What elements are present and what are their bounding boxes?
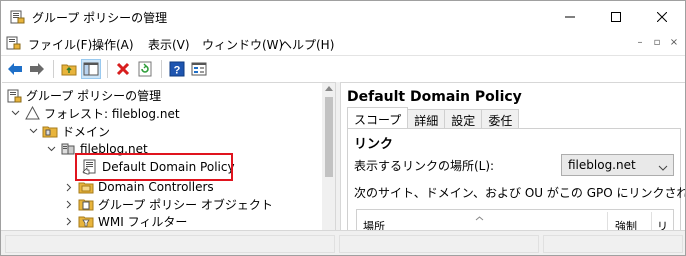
system-menu-icon[interactable] [6, 35, 21, 50]
mdi-restore-icon[interactable]: ▫ [650, 36, 664, 49]
chevron-down-icon[interactable] [10, 108, 20, 118]
up-one-level-button[interactable] [59, 59, 79, 79]
tree-item-domain-controllers[interactable]: Domain Controllers [64, 179, 214, 195]
menu-action[interactable]: 操作(A) [92, 36, 134, 53]
delete-icon [116, 62, 130, 76]
menu-window[interactable]: ウィンドウ(W) [202, 36, 283, 53]
chevron-down-icon [658, 160, 668, 174]
back-arrow-icon [8, 63, 22, 75]
scrollbar-thumb[interactable] [325, 97, 333, 177]
selection-highlight-box [75, 153, 233, 181]
tree-item-label: フォレスト: fileblog.net [44, 106, 180, 121]
gpmc-app-icon [10, 9, 25, 24]
tree-item-label: WMI フィルター [98, 214, 188, 229]
details-pane: Default Domain Policy スコープ 詳細 設定 委任 リンク … [341, 82, 685, 230]
gpo-folder-icon [78, 196, 94, 212]
tab-details[interactable]: 詳細 [407, 109, 446, 128]
refresh-icon [138, 61, 152, 77]
title-bar: グループ ポリシーの管理 [1, 1, 685, 32]
tab-scope[interactable]: スコープ [347, 107, 409, 128]
tree-item-domains[interactable]: ドメイン [28, 123, 110, 139]
mdi-minimize-icon[interactable]: – [633, 36, 647, 49]
chevron-down-icon[interactable] [46, 144, 56, 154]
refresh-button[interactable] [135, 59, 155, 79]
details-title: Default Domain Policy [347, 89, 522, 105]
tab-delegation[interactable]: 委任 [481, 109, 520, 128]
tree-scrollbar[interactable] [322, 83, 335, 230]
scope-tab-panel: リンク 表示するリンクの場所(L): fileblog.net 次のサイト、ドメ… [347, 128, 685, 230]
menu-view[interactable]: 表示(V) [148, 36, 190, 53]
link-location-label: 表示するリンクの場所(L): [354, 159, 495, 173]
mdi-close-icon[interactable]: × [667, 36, 681, 49]
help-button[interactable]: ? [167, 59, 187, 79]
maximize-button[interactable] [593, 1, 639, 32]
toolbar-separator [161, 60, 162, 78]
tree-item-label: グループ ポリシー オブジェクト [98, 197, 273, 212]
linked-locations-info: 次のサイト、ドメイン、および OU がこの GPO にリンクされています(T): [354, 186, 685, 200]
delete-button[interactable] [113, 59, 133, 79]
column-divider[interactable] [607, 212, 608, 230]
domain-server-icon [60, 141, 76, 157]
tree-item-forest[interactable]: フォレスト: fileblog.net [10, 105, 180, 121]
ou-folder-icon [78, 179, 94, 195]
details-tabs: スコープ 詳細 設定 委任 [347, 107, 520, 128]
back-button[interactable] [5, 59, 25, 79]
chevron-right-icon[interactable] [64, 182, 74, 192]
domains-folder-icon [42, 123, 58, 139]
tree-item-label: グループ ポリシーの管理 [26, 88, 162, 103]
status-segment [543, 235, 683, 253]
dropdown-value: fileblog.net [568, 158, 636, 172]
svg-text:?: ? [174, 65, 181, 77]
column-header-link-enabled[interactable]: リ [657, 218, 668, 230]
scroll-up-icon[interactable] [325, 86, 333, 91]
minimize-button[interactable] [547, 1, 593, 32]
links-list-header: 場所 強制 リ [356, 209, 674, 230]
toolbar: ? [1, 55, 685, 81]
tree-item-label: ドメイン [62, 124, 111, 139]
close-icon [657, 11, 667, 22]
tree-item-root[interactable]: グループ ポリシーの管理 [6, 87, 161, 103]
wmi-folder-icon [78, 213, 94, 229]
toolbar-separator [107, 60, 108, 78]
tab-settings[interactable]: 設定 [444, 109, 483, 128]
chevron-down-icon[interactable] [28, 126, 38, 136]
toolbar-separator [53, 60, 54, 78]
maximize-icon [611, 11, 621, 22]
column-header-enforced[interactable]: 強制 [615, 218, 637, 230]
properties-icon [191, 62, 207, 76]
gpmc-window: グループ ポリシーの管理 ファイル(F) 操作(A) 表示(V) ウィンドウ(W… [0, 0, 686, 256]
menu-help[interactable]: ヘルプ(H) [280, 36, 334, 53]
tree-pane[interactable]: グループ ポリシーの管理 フォレスト: fileblog.net ドメイン fi… [2, 82, 335, 230]
forward-button[interactable] [27, 59, 47, 79]
links-section-title: リンク [354, 137, 394, 152]
show-hide-tree-button[interactable] [81, 59, 101, 79]
help-icon: ? [169, 61, 185, 77]
gpmc-root-icon [6, 87, 22, 103]
menu-bar: ファイル(F) 操作(A) 表示(V) ウィンドウ(W) ヘルプ(H) – ▫ … [1, 32, 685, 54]
close-button[interactable] [639, 1, 685, 32]
forest-triangle-icon [24, 105, 40, 121]
status-segment [339, 235, 539, 253]
up-folder-icon [61, 64, 77, 76]
chevron-right-icon[interactable] [64, 199, 74, 209]
column-header-location[interactable]: 場所 [363, 218, 385, 230]
properties-button[interactable] [189, 59, 209, 79]
chevron-right-icon[interactable] [64, 216, 74, 226]
window-title: グループ ポリシーの管理 [32, 11, 168, 25]
tree-item-wmi-filters[interactable]: WMI フィルター [64, 213, 187, 229]
tree-item-label: Domain Controllers [98, 180, 214, 194]
status-segment [5, 235, 335, 253]
status-bar [1, 230, 685, 255]
link-location-dropdown[interactable]: fileblog.net [561, 154, 674, 176]
column-divider[interactable] [651, 212, 652, 230]
sort-ascending-icon [475, 210, 484, 224]
show-hide-tree-icon [83, 62, 99, 76]
forward-arrow-icon [30, 63, 44, 75]
menu-file[interactable]: ファイル(F) [28, 36, 92, 53]
tree-item-gpo-container[interactable]: グループ ポリシー オブジェクト [64, 196, 273, 212]
minimize-icon [565, 16, 575, 17]
